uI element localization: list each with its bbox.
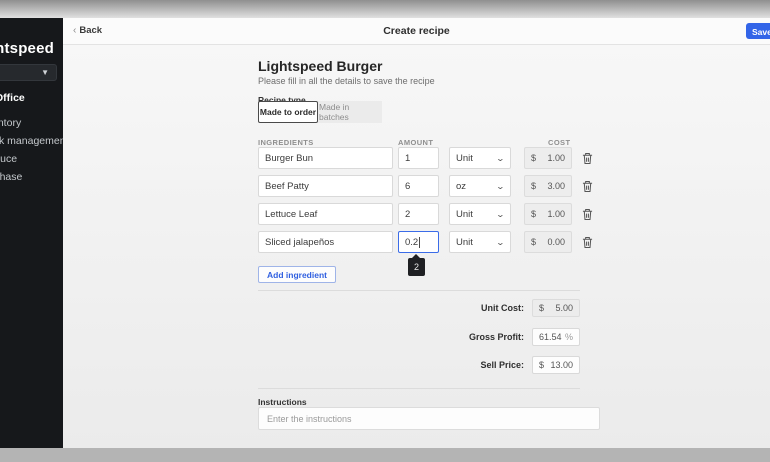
unit-select[interactable]: Unit ⌄: [449, 203, 511, 225]
unit-value: oz: [456, 181, 466, 192]
keystroke-overlay: 2: [408, 258, 425, 276]
gross-profit-row: Gross Profit: 61.54%: [420, 328, 580, 346]
unit-value: Unit: [456, 209, 473, 220]
cost-field: $1.00: [524, 147, 572, 169]
unit-cost-label: Unit Cost:: [420, 303, 532, 313]
bottom-chrome-band: [0, 448, 770, 462]
made-in-batches-button[interactable]: Made in batches: [318, 101, 382, 123]
trash-icon: [582, 236, 593, 249]
gross-profit-label: Gross Profit:: [420, 332, 532, 342]
recipe-name-heading: Lightspeed Burger: [258, 58, 382, 74]
cost-value: 3.00: [547, 181, 565, 191]
cost-value: 1.00: [547, 153, 565, 163]
unit-select[interactable]: Unit ⌄: [449, 147, 511, 169]
delete-row-button[interactable]: [582, 147, 596, 169]
sell-price-row: Sell Price: $13.00: [420, 356, 580, 374]
chevron-down-icon: ⌄: [496, 238, 505, 247]
cost-field: $0.00: [524, 231, 572, 253]
sidebar: Lightspeed ▼ Back Office Inventory Stock…: [0, 18, 63, 448]
amount-input[interactable]: 2: [398, 203, 439, 225]
gross-profit-input[interactable]: 61.54%: [532, 328, 580, 346]
cost-value: 0.00: [547, 237, 565, 247]
location-dropdown[interactable]: ▼: [0, 64, 57, 81]
instructions-label: Instructions: [258, 397, 307, 407]
delete-row-button[interactable]: [582, 203, 596, 225]
recipe-type-segmented-control: Made to order Made in batches: [258, 101, 382, 123]
col-header-cost: COST: [548, 138, 570, 147]
delete-row-button[interactable]: [582, 175, 596, 197]
cost-field: $1.00: [524, 203, 572, 225]
currency-symbol: $: [539, 360, 544, 370]
sidebar-item-back-office[interactable]: Back Office: [0, 92, 25, 104]
add-ingredient-button[interactable]: Add ingredient: [258, 266, 336, 283]
col-header-ingredients: INGREDIENTS: [258, 138, 314, 147]
unit-select[interactable]: oz ⌄: [449, 175, 511, 197]
recipe-subtitle: Please fill in all the details to save t…: [258, 76, 435, 86]
percent-symbol: %: [565, 332, 573, 342]
sell-price-input[interactable]: $13.00: [532, 356, 580, 374]
page-header: ‹Back Create recipe Save: [63, 18, 770, 45]
currency-symbol: $: [539, 303, 544, 313]
delete-row-button[interactable]: [582, 231, 596, 253]
made-to-order-button[interactable]: Made to order: [258, 101, 318, 123]
sidebar-item-produce[interactable]: Produce: [0, 153, 17, 165]
gross-profit-value: 61.54: [539, 332, 562, 342]
currency-symbol: $: [531, 181, 536, 191]
col-header-amount: AMOUNT: [398, 138, 433, 147]
section-divider: [258, 388, 580, 389]
top-chrome-band: [0, 0, 770, 18]
unit-cost-row: Unit Cost: $5.00: [420, 299, 580, 317]
chevron-down-icon: ⌄: [496, 210, 505, 219]
sell-price-value: 13.00: [550, 360, 573, 370]
currency-symbol: $: [531, 237, 536, 247]
sidebar-item-purchase[interactable]: Purchase: [0, 171, 22, 183]
lightspeed-logo: Lightspeed: [0, 40, 54, 57]
text-cursor: [419, 237, 420, 248]
trash-icon: [582, 208, 593, 221]
amount-input[interactable]: 6: [398, 175, 439, 197]
unit-value: Unit: [456, 153, 473, 164]
trash-icon: [582, 180, 593, 193]
create-recipe-page: Lightspeed ▼ Back Office Inventory Stock…: [0, 0, 770, 462]
unit-cost-field: $5.00: [532, 299, 580, 317]
trash-icon: [582, 152, 593, 165]
cost-value: 1.00: [547, 209, 565, 219]
sidebar-item-stock-management[interactable]: Stock management: [0, 135, 63, 147]
currency-symbol: $: [531, 209, 536, 219]
sell-price-label: Sell Price:: [420, 360, 532, 370]
ingredient-input[interactable]: Lettuce Leaf: [258, 203, 393, 225]
unit-cost-value: 5.00: [555, 303, 573, 313]
currency-symbol: $: [531, 153, 536, 163]
page-title: Create recipe: [63, 25, 770, 37]
ingredient-input[interactable]: Beef Patty: [258, 175, 393, 197]
sidebar-item-inventory[interactable]: Inventory: [0, 117, 21, 129]
amount-input[interactable]: 1: [398, 147, 439, 169]
ingredient-input[interactable]: Burger Bun: [258, 147, 393, 169]
main-content: Lightspeed Burger Please fill in all the…: [63, 45, 770, 448]
instructions-input[interactable]: [258, 407, 600, 430]
amount-value: 0.2: [405, 237, 418, 248]
amount-input-focused[interactable]: 0.2: [398, 231, 439, 253]
chevron-down-icon: ⌄: [496, 182, 505, 191]
cost-field: $3.00: [524, 175, 572, 197]
unit-value: Unit: [456, 237, 473, 248]
save-button[interactable]: Save: [746, 23, 770, 39]
unit-select[interactable]: Unit ⌄: [449, 231, 511, 253]
chevron-down-icon: ⌄: [496, 154, 505, 163]
caret-down-icon: ▼: [41, 68, 49, 77]
ingredient-input[interactable]: Sliced jalapeños: [258, 231, 393, 253]
section-divider: [258, 290, 580, 291]
